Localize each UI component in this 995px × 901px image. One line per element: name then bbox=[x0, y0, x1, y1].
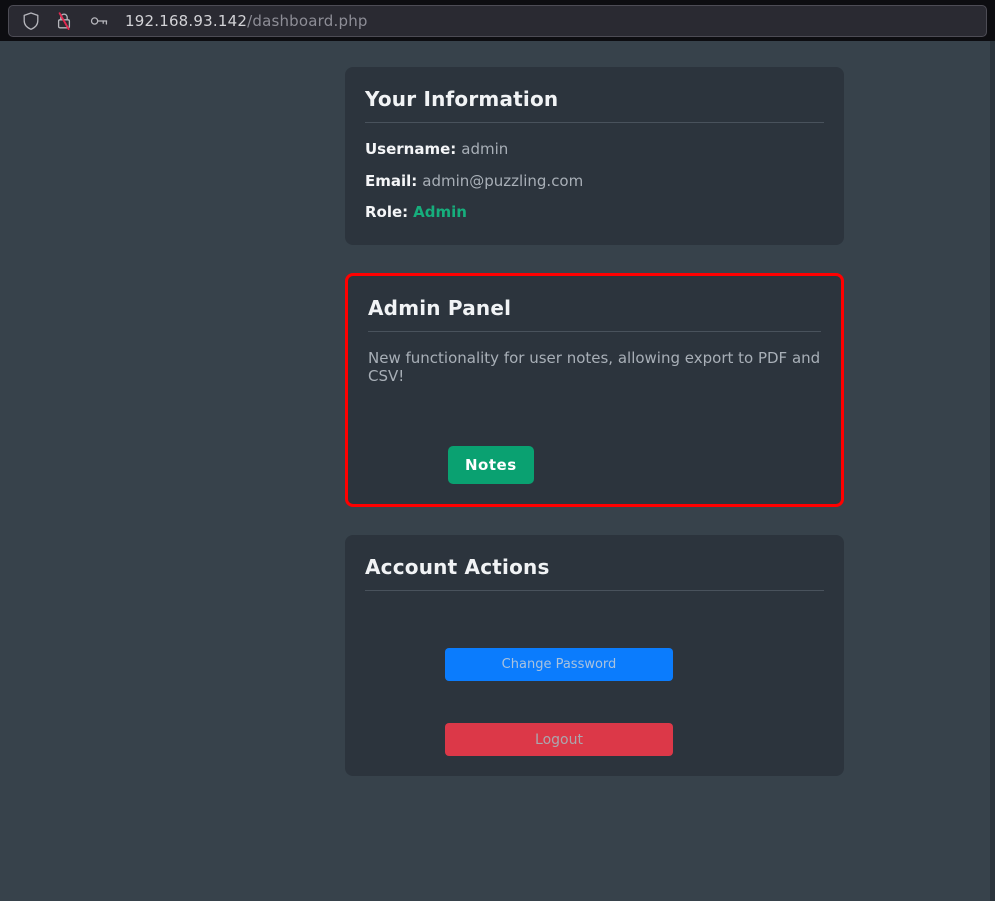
username-value: admin bbox=[461, 140, 508, 158]
window-edge bbox=[990, 41, 995, 901]
url-text[interactable]: 192.168.93.142/dashboard.php bbox=[125, 12, 368, 30]
role-label: Role: bbox=[365, 203, 408, 221]
email-value: admin@puzzling.com bbox=[422, 172, 583, 190]
divider bbox=[365, 122, 824, 123]
email-label: Email: bbox=[365, 172, 417, 190]
divider bbox=[368, 331, 821, 332]
dashboard-page: Your Information Username: admin Email: ad… bbox=[0, 41, 995, 901]
divider bbox=[365, 590, 824, 591]
insecure-lock-icon[interactable] bbox=[54, 11, 74, 31]
admin-panel-card: Admin Panel New functionality for user n… bbox=[345, 273, 844, 508]
email-field: Email: admin@puzzling.com bbox=[365, 172, 824, 192]
browser-chrome: 192.168.93.142/dashboard.php bbox=[0, 0, 995, 41]
your-information-title: Your Information bbox=[365, 87, 824, 111]
url-host: 192.168.93.142 bbox=[125, 12, 247, 30]
url-path: /dashboard.php bbox=[247, 12, 368, 30]
shield-icon[interactable] bbox=[21, 11, 41, 31]
admin-panel-title: Admin Panel bbox=[368, 296, 821, 320]
your-information-card: Your Information Username: admin Email: ad… bbox=[345, 67, 844, 245]
notes-button[interactable]: Notes bbox=[448, 446, 534, 484]
change-password-button[interactable]: Change Password bbox=[445, 648, 673, 681]
logout-button[interactable]: Logout bbox=[445, 723, 673, 756]
account-actions-title: Account Actions bbox=[365, 555, 824, 579]
username-label: Username: bbox=[365, 140, 456, 158]
account-actions-card: Account Actions Change Password Logout bbox=[345, 535, 844, 776]
url-bar[interactable]: 192.168.93.142/dashboard.php bbox=[8, 5, 987, 37]
role-value: Admin bbox=[413, 203, 467, 221]
key-icon[interactable] bbox=[89, 11, 110, 31]
username-field: Username: admin bbox=[365, 140, 824, 160]
admin-panel-description: New functionality for user notes, allowi… bbox=[368, 349, 821, 387]
content-container: Your Information Username: admin Email: ad… bbox=[345, 67, 844, 776]
role-field: Role: Admin bbox=[365, 203, 824, 223]
